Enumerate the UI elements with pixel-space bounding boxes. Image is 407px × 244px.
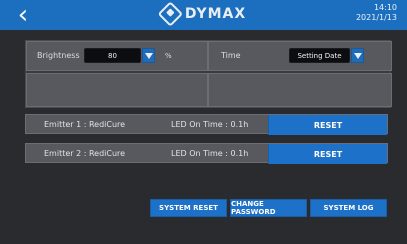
brightness-input[interactable]: 80 [84,48,141,63]
emitter-2-led-time: LED On Time : 0.1h [171,149,249,158]
empty-cell-left [26,73,208,107]
brightness-dropdown-button[interactable] [142,48,155,63]
clock-date: 2021/1/13 [355,13,397,22]
time-label: Time [221,51,241,60]
chevron-left-icon: ‹ [17,0,29,30]
clock-time: 14:10 [373,3,397,12]
emitter-1-led-time: LED On Time : 0.1h [171,120,249,129]
dymax-logo-mark-icon [157,1,183,27]
brightness-label: Brightness [37,51,80,60]
back-button[interactable]: ‹ [12,2,34,28]
time-cell: Time Setting Date [208,41,392,71]
empty-cell-right [208,73,392,107]
time-dropdown-button[interactable] [351,48,364,63]
brightness-cell: Brightness 80 % [26,41,208,71]
brightness-unit: % [165,52,172,60]
system-log-button[interactable]: SYSTEM LOG [310,199,387,217]
change-password-button[interactable]: CHANGE PASSWORD [230,199,307,217]
time-setting-date-value: Setting Date [297,51,342,60]
emitter-1-name: Emitter 1 : RediCure [44,120,126,129]
clock: 14:10 2021/1/13 [356,3,397,23]
emitter-2-name: Emitter 2 : RediCure [44,149,126,158]
brightness-value: 80 [108,51,117,60]
emitter-row-2: Emitter 2 : RediCure LED On Time : 0.1h … [25,143,388,164]
emitter-1-reset-button[interactable]: RESET [268,115,387,135]
brand-logo: DYMAX [157,1,247,27]
emitter-row-1: Emitter 1 : RediCure LED On Time : 0.1h … [25,114,388,135]
emitter-2-reset-button[interactable]: RESET [268,144,387,164]
top-bar: ‹ DYMAX 14:10 2021/1/13 [0,0,407,30]
time-setting-date-field[interactable]: Setting Date [289,48,350,63]
settings-panel: Brightness 80 % Time Setting Date [25,40,392,108]
brand-name: DYMAX [184,6,247,22]
system-reset-button[interactable]: SYSTEM RESET [150,199,227,217]
